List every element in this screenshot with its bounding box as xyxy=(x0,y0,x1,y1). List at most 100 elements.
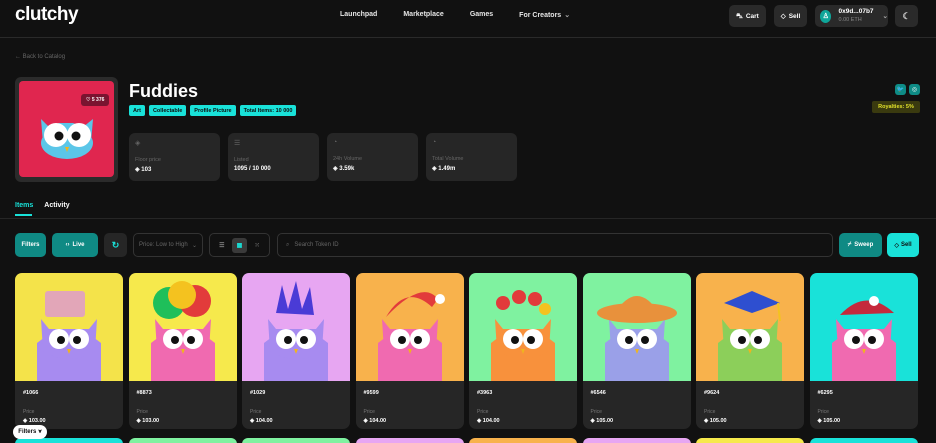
nft-image xyxy=(128,273,237,381)
nft-id: #1066 xyxy=(23,390,39,396)
logo[interactable]: clutchy xyxy=(15,4,79,26)
nft-card[interactable]: #9599 Price ◈ 104.00 xyxy=(355,273,464,429)
tag-icon: ◇ xyxy=(894,242,899,249)
theme-toggle[interactable]: ☾ xyxy=(895,5,918,27)
chevron-down-icon: ⌄ xyxy=(564,12,571,19)
filters-button[interactable]: Filters xyxy=(15,233,46,257)
top-bar: clutchy Launchpad Marketplace Games For … xyxy=(0,0,936,38)
cart-icon: ⛍ xyxy=(736,12,743,20)
nft-card[interactable] xyxy=(696,438,804,443)
grid-view-icon[interactable]: ▦ xyxy=(231,237,247,253)
nft-card[interactable]: #8873 Price ◈ 103.00 xyxy=(128,273,237,429)
nft-card[interactable]: #1029 Price ◈ 104.00 xyxy=(242,273,350,429)
stat-24h-volume: ◔ 24h Volume ◈ 3.59k xyxy=(327,133,418,181)
wallet-balance: 0.00 ETH xyxy=(838,17,862,23)
collection-title: Fuddies xyxy=(129,81,199,101)
back-link[interactable]: ← Back to Catalog xyxy=(15,54,65,60)
nft-card[interactable] xyxy=(582,438,691,443)
nft-image xyxy=(582,273,691,381)
nav-games[interactable]: Games xyxy=(470,11,493,19)
nft-id: #3963 xyxy=(477,390,493,396)
twitter-icon[interactable]: 🐦 xyxy=(895,84,906,95)
nft-card[interactable]: #3963 Price ◈ 104.00 xyxy=(469,273,577,429)
nft-card[interactable]: #6295 Price ◈ 105.00 xyxy=(809,273,918,429)
moon-icon: ☾ xyxy=(902,10,911,21)
search-icon: ⌕ xyxy=(286,241,290,248)
nft-price: ◈ 104.00 xyxy=(363,418,387,424)
floating-filters-button[interactable]: Filters ⩔ xyxy=(13,425,47,439)
nft-image xyxy=(809,273,918,381)
nft-price: ◈ 103.00 xyxy=(136,418,160,424)
price-label: Price xyxy=(817,409,829,415)
live-icon: ‹› xyxy=(65,242,70,248)
refresh-button[interactable]: ↻ xyxy=(104,233,127,257)
nft-card[interactable] xyxy=(469,438,577,443)
sell-button[interactable]: ◇ Sell xyxy=(774,5,807,27)
nft-id: #6546 xyxy=(590,390,606,396)
nft-card[interactable]: #6546 Price ◈ 105.00 xyxy=(582,273,691,429)
nft-image xyxy=(242,273,350,381)
chevron-down-icon: ⌄ xyxy=(882,13,888,20)
nft-image xyxy=(355,273,464,381)
filter-icon: ⩔ xyxy=(38,428,42,435)
wallet-button[interactable]: ♙ 0x9d...07b7 0.00 ETH ⌄ xyxy=(815,5,888,27)
sell-items-button[interactable]: ◇ Sell xyxy=(887,233,919,257)
live-button[interactable]: ‹› Live xyxy=(52,233,98,257)
stat-floor-price: ◈ Floor price ◈ 103 xyxy=(129,133,220,181)
nft-card[interactable] xyxy=(128,438,237,443)
refresh-icon: ↻ xyxy=(111,239,120,250)
collection-tags: Art Collectable Profile Picture Total It… xyxy=(129,105,297,116)
tabs: Items Activity xyxy=(15,202,70,209)
tag-profile-picture[interactable]: Profile Picture xyxy=(190,105,236,116)
list-icon: ☰ xyxy=(234,140,241,147)
price-label: Price xyxy=(363,409,375,415)
nft-id: #1029 xyxy=(250,390,266,396)
price-label: Price xyxy=(477,409,489,415)
tab-activity[interactable]: Activity xyxy=(44,202,69,209)
diamond-icon: ◈ xyxy=(135,140,141,147)
tag-total-items: Total Items: 10 000 xyxy=(239,105,297,116)
nft-id: #9599 xyxy=(363,390,379,396)
sort-select[interactable]: Price: Low to High ⌄ xyxy=(133,233,203,257)
cart-button[interactable]: ⛍ Cart xyxy=(729,5,766,27)
price-label: Price xyxy=(136,409,148,415)
list-view-icon[interactable]: ☰ xyxy=(214,238,229,253)
likes-badge[interactable]: ♡ 5 376 xyxy=(81,94,110,106)
nft-card[interactable]: #1066 Price ◈ 103.00 xyxy=(15,273,123,429)
stat-listed: ☰ Listed 1095 / 10 000 xyxy=(228,133,319,181)
nft-price: ◈ 104.00 xyxy=(477,418,500,424)
nav-for-creators[interactable]: For Creators ⌄ xyxy=(519,11,570,19)
instagram-icon[interactable]: ◎ xyxy=(909,84,920,95)
compact-grid-icon[interactable]: ⁙ xyxy=(250,238,265,253)
nft-image xyxy=(469,273,577,381)
divider xyxy=(0,218,936,219)
heart-icon: ♡ xyxy=(86,97,91,103)
nft-price: ◈ 105.00 xyxy=(817,418,841,424)
chevron-down-icon: ⌄ xyxy=(191,242,197,249)
nft-card[interactable] xyxy=(809,438,918,443)
nft-image xyxy=(15,273,123,381)
price-label: Price xyxy=(250,409,262,415)
tag-art[interactable]: Art xyxy=(129,105,145,116)
main-nav: Launchpad Marketplace Games For Creators… xyxy=(340,11,570,19)
nft-card[interactable]: #9624 Price ◈ 105.00 xyxy=(696,273,804,429)
volume-icon: ◔ xyxy=(333,139,338,146)
nft-card[interactable] xyxy=(355,438,464,443)
nav-marketplace[interactable]: Marketplace xyxy=(403,11,443,19)
collection-image: ♡ 5 376 xyxy=(19,81,114,177)
tag-collectable[interactable]: Collectable xyxy=(148,105,187,116)
collection-cover: ♡ 5 376 xyxy=(15,77,118,182)
nft-id: #8873 xyxy=(136,390,152,396)
nav-launchpad[interactable]: Launchpad xyxy=(340,11,377,19)
wallet-address: 0x9d...07b7 xyxy=(838,8,874,15)
price-label: Price xyxy=(590,409,602,415)
view-switcher: ☰ ▦ ⁙ xyxy=(209,233,270,257)
nft-id: #6295 xyxy=(817,390,833,396)
search-input[interactable]: ⌕ Search Token ID xyxy=(277,233,833,257)
nft-card[interactable] xyxy=(242,438,350,443)
stat-total-volume: ◔ Total Volume ◈ 1.49m xyxy=(426,133,517,181)
collection-stats: ◈ Floor price ◈ 103 ☰ Listed 1095 / 10 0… xyxy=(129,133,517,181)
price-label: Price xyxy=(23,409,35,415)
sweep-button[interactable]: ⌿ Sweep xyxy=(839,233,882,257)
tab-items[interactable]: Items xyxy=(15,202,33,209)
